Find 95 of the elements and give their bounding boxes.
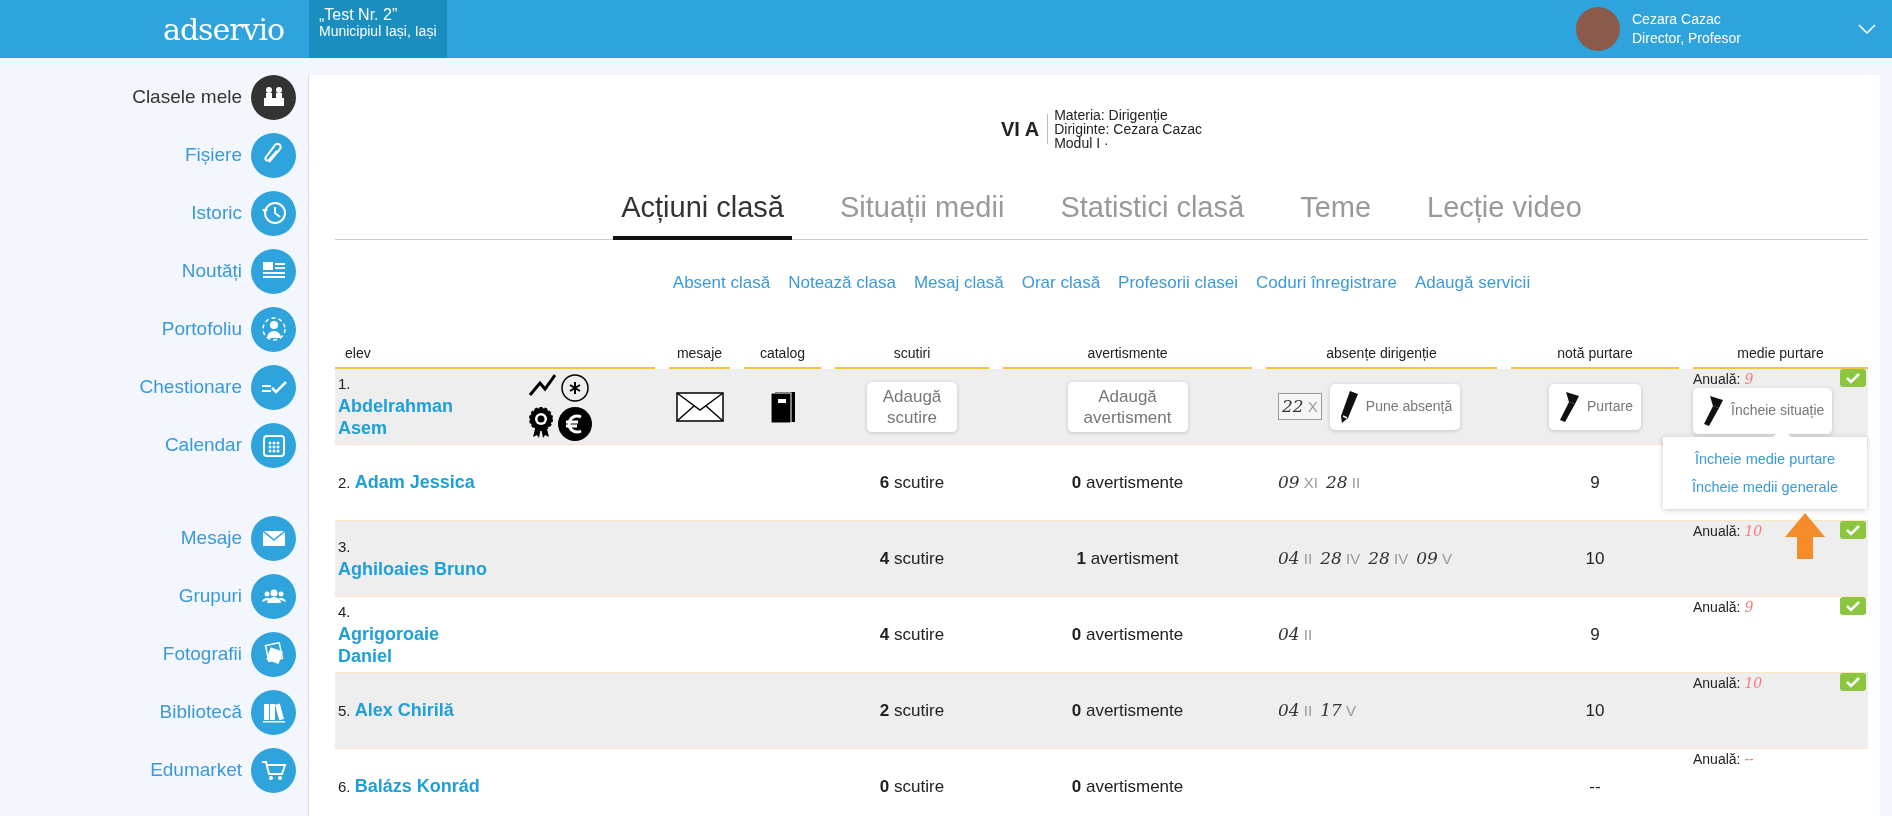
annotation-arrow [1785, 513, 1825, 559]
euro-coin-icon [558, 406, 592, 441]
count-text: 0 scutire [879, 775, 945, 798]
absence-date[interactable]: 28 II [1326, 469, 1361, 496]
action-link[interactable]: Adaugă servicii [1414, 269, 1531, 295]
student-name[interactable]: Abdelrahman Asem [338, 395, 498, 439]
calendar-icon [260, 432, 287, 458]
sidebar-item[interactable]: Clasele mele [0, 68, 308, 126]
tab[interactable]: Situații medii [832, 186, 1013, 240]
absence-date[interactable]: 04 II [1278, 697, 1313, 724]
action-link[interactable]: Notează clasa [788, 269, 896, 295]
award-icon [528, 406, 554, 439]
student-name[interactable]: Adam Jessica [354, 470, 475, 493]
annual-average: Anuală: 10 [1693, 674, 1763, 693]
absence-date[interactable]: 09 XI [1278, 469, 1318, 496]
absence-date[interactable]: 28 IV [1320, 545, 1361, 572]
sidebar-item[interactable]: Noutăți [0, 242, 308, 300]
annual-average: Anuală: 9 [1693, 370, 1754, 389]
student-name[interactable]: Aghiloaies Bruno [338, 558, 487, 580]
row-number: 4. [338, 602, 351, 620]
action-link[interactable]: Mesaj clasă [913, 269, 1004, 295]
tab[interactable]: Acțiuni clasă [613, 186, 792, 240]
book-icon [769, 390, 796, 423]
logo[interactable]: adservio [163, 6, 303, 52]
mark-absence-button[interactable]: Pune absență [1329, 383, 1461, 430]
sidebar-item[interactable]: Portofoliu [0, 300, 308, 358]
student-name[interactable]: Agrigoroaie Daniel [338, 623, 498, 667]
annual-average: Anuală: -- [1693, 750, 1754, 769]
sidebar-item[interactable]: Chestionare [0, 358, 308, 416]
action-link[interactable]: Coduri înregistrare [1256, 269, 1397, 295]
fountain-pen-icon [1701, 393, 1725, 428]
count-text: 4 scutire [879, 547, 945, 570]
avatar[interactable] [1576, 7, 1620, 51]
action-link[interactable]: Orar clasă [1021, 269, 1101, 295]
action-link[interactable]: Profesorii clasei [1118, 269, 1239, 295]
row-number: 3. [338, 537, 351, 555]
student-name[interactable]: Balázs Konrád [354, 774, 480, 797]
action-link[interactable]: Absent clasă [672, 269, 771, 295]
person-icon [260, 316, 287, 342]
student-name[interactable]: Alex Chirilă [354, 698, 454, 721]
conduct-grade: 10 [1585, 699, 1605, 722]
school-selector[interactable]: „Test Nr. 2” Municipiul Iași, Iași [309, 0, 447, 58]
absence-date[interactable]: 22 X [1278, 392, 1322, 421]
envelope-icon [675, 391, 724, 422]
row-number: 6. [338, 777, 351, 795]
count-text: 2 scutire [879, 699, 945, 722]
menu-item[interactable]: Încheie medii generale [1683, 473, 1847, 501]
row-number: 2. [338, 473, 351, 491]
class-detail: Materia: Dirigenție [1054, 108, 1169, 122]
sidebar-item[interactable]: Istoric [0, 184, 308, 242]
tab[interactable]: Teme [1292, 186, 1380, 240]
conduct-grade: 9 [1590, 471, 1600, 494]
annual-average: Anuală: 9 [1693, 598, 1754, 617]
class-detail: Modul I · [1054, 136, 1110, 150]
count-text: 0 avertismente [1071, 699, 1184, 722]
user-name: Cezara Cazac [1632, 10, 1722, 29]
annual-average: Anuală: 10 [1693, 522, 1763, 541]
row-number: 5. [338, 701, 351, 719]
class-detail: Diriginte: Cezara Cazac [1054, 122, 1202, 136]
row-number: 1. [338, 374, 351, 392]
conduct-grade: 10 [1585, 547, 1605, 570]
conduct-grade: 9 [1590, 623, 1600, 646]
sidebar-item[interactable]: Mesaje [0, 509, 308, 567]
count-text: 1 avertisment [1076, 547, 1179, 570]
absence-date[interactable]: 04 II [1278, 545, 1313, 572]
add-button[interactable]: Adaugă scutire [867, 381, 957, 432]
absence-date[interactable]: 09 V [1416, 545, 1452, 572]
count-text: 6 scutire [879, 471, 945, 494]
count-text: 0 avertismente [1071, 775, 1184, 798]
count-text: 0 avertismente [1071, 623, 1184, 646]
menu-item[interactable]: Încheie medie purtare [1683, 445, 1847, 473]
close-situation-button[interactable]: Încheie situație [1693, 387, 1833, 434]
sidebar-item[interactable]: Fotografii [0, 625, 308, 683]
count-text: 4 scutire [879, 623, 945, 646]
chevron-down-icon[interactable] [1858, 24, 1876, 34]
count-text: 0 avertismente [1071, 471, 1184, 494]
asterisk-circle-icon [560, 372, 590, 403]
tab[interactable]: Statistici clasă [1052, 186, 1253, 240]
sidebar-item[interactable]: Bibliotecă [0, 683, 308, 741]
absence-date[interactable]: 17 V [1320, 697, 1356, 724]
absence-date[interactable]: 28 IV [1368, 545, 1409, 572]
add-button[interactable]: Adaugă avertisment [1067, 381, 1188, 432]
sidebar-item[interactable]: Calendar [0, 416, 308, 474]
absence-date[interactable]: 04 II [1278, 621, 1313, 648]
user-role: Director, Profesor [1632, 29, 1742, 48]
conduct-grade: -- [1589, 775, 1601, 798]
conduct-grade-button[interactable]: Purtare [1549, 383, 1641, 430]
tab[interactable]: Lecție video [1419, 186, 1590, 240]
trend-line-icon [528, 372, 556, 397]
class-name: VI A [1001, 114, 1049, 144]
sidebar-item[interactable]: Fișiere [0, 126, 308, 184]
fountain-pen-icon [1557, 389, 1582, 424]
sidebar-item[interactable]: Grupuri [0, 567, 308, 625]
clock-icon [260, 200, 287, 226]
sidebar-item[interactable]: Edumarket [0, 741, 308, 799]
